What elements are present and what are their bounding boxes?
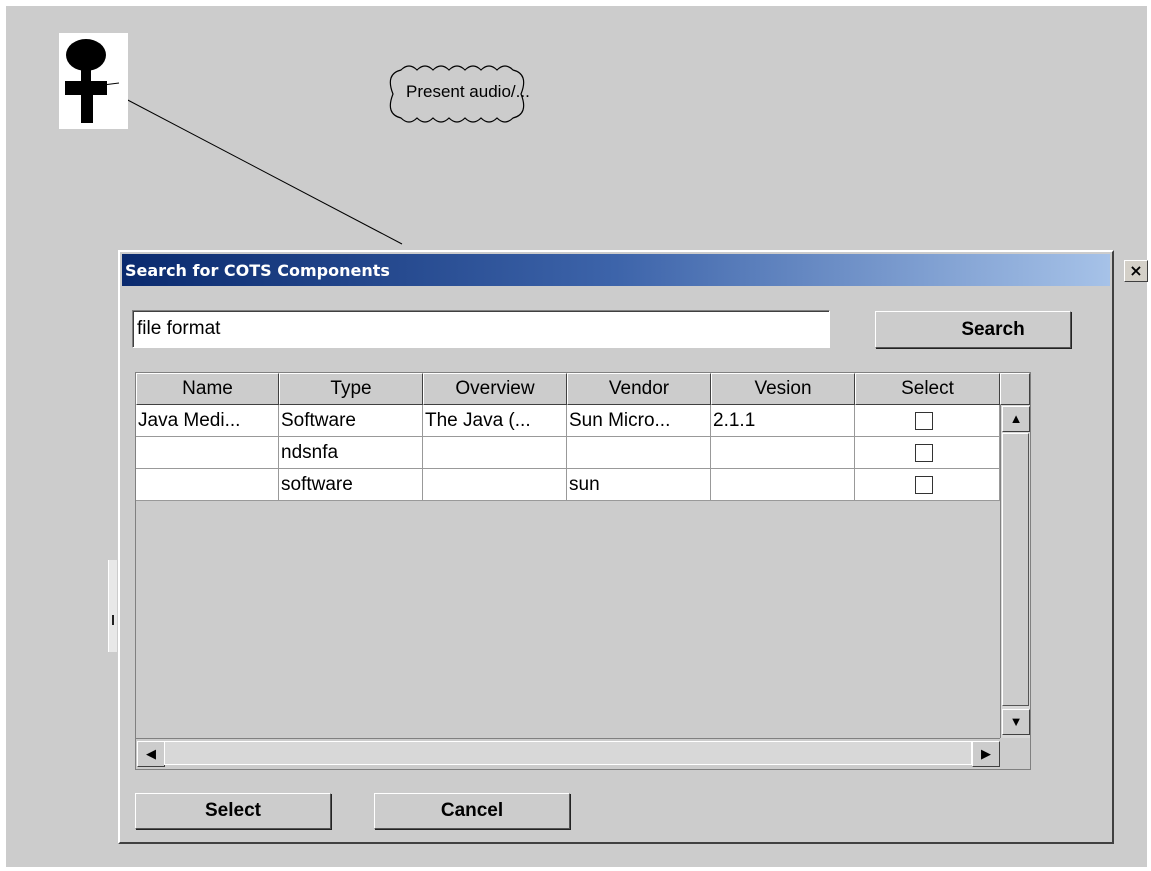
search-button[interactable]: Search [875,311,1071,348]
dialog-titlebar[interactable]: Search for COTS Components × [122,254,1148,286]
cell-overview[interactable]: The Java (... [423,405,567,437]
column-header-select[interactable]: Select [855,373,1000,405]
cell-type[interactable]: software [279,469,423,501]
resize-handle[interactable] [108,560,117,652]
vertical-scroll-thumb[interactable] [1002,433,1029,706]
scroll-left-icon[interactable]: ◀ [137,741,165,767]
select-button[interactable]: Select [135,793,331,829]
column-header-spacer [1000,373,1030,405]
scroll-up-icon[interactable]: ▲ [1002,406,1030,432]
cell-vendor[interactable]: Sun Micro... [567,405,711,437]
cell-select [855,469,1000,501]
cell-name[interactable] [136,437,279,469]
scroll-right-icon[interactable]: ▶ [972,741,1000,767]
select-checkbox[interactable] [915,444,933,462]
cell-version[interactable] [711,469,855,501]
cots-search-dialog: Search for COTS Components × Search Name… [118,250,1148,844]
search-input[interactable] [132,310,830,348]
select-checkbox[interactable] [915,412,933,430]
vertical-scrollbar[interactable]: ▲ ▼ [1000,405,1030,738]
close-button[interactable]: × [1124,260,1148,282]
cell-name[interactable]: Java Medi... [136,405,279,437]
results-table: Name Type Overview Vendor Vesion Select … [135,372,1031,770]
cell-type[interactable]: Software [279,405,423,437]
column-header-version[interactable]: Vesion [711,373,855,405]
horizontal-scrollbar[interactable]: ◀ ▶ [136,738,1000,768]
select-checkbox[interactable] [915,476,933,494]
column-header-type[interactable]: Type [279,373,423,405]
cell-version[interactable]: 2.1.1 [711,405,855,437]
cell-overview[interactable] [423,469,567,501]
scroll-corner [1000,738,1030,768]
usecase-label: Present audio/... [406,82,530,101]
actor-icon [65,39,120,123]
scroll-down-icon[interactable]: ▼ [1002,709,1030,735]
horizontal-scroll-track[interactable] [164,741,972,765]
column-header-name[interactable]: Name [136,373,279,405]
cell-select [855,437,1000,469]
actor[interactable] [59,33,128,129]
cell-select [855,405,1000,437]
cell-overview[interactable] [423,437,567,469]
column-header-overview[interactable]: Overview [423,373,567,405]
cell-name[interactable] [136,469,279,501]
cancel-button[interactable]: Cancel [374,793,570,829]
column-header-vendor[interactable]: Vendor [567,373,711,405]
cell-vendor[interactable]: sun [567,469,711,501]
resize-tick [112,615,114,625]
cell-type[interactable]: ndsnfa [279,437,423,469]
cell-vendor[interactable] [567,437,711,469]
dialog-title: Search for COTS Components [125,261,390,280]
cell-version[interactable] [711,437,855,469]
